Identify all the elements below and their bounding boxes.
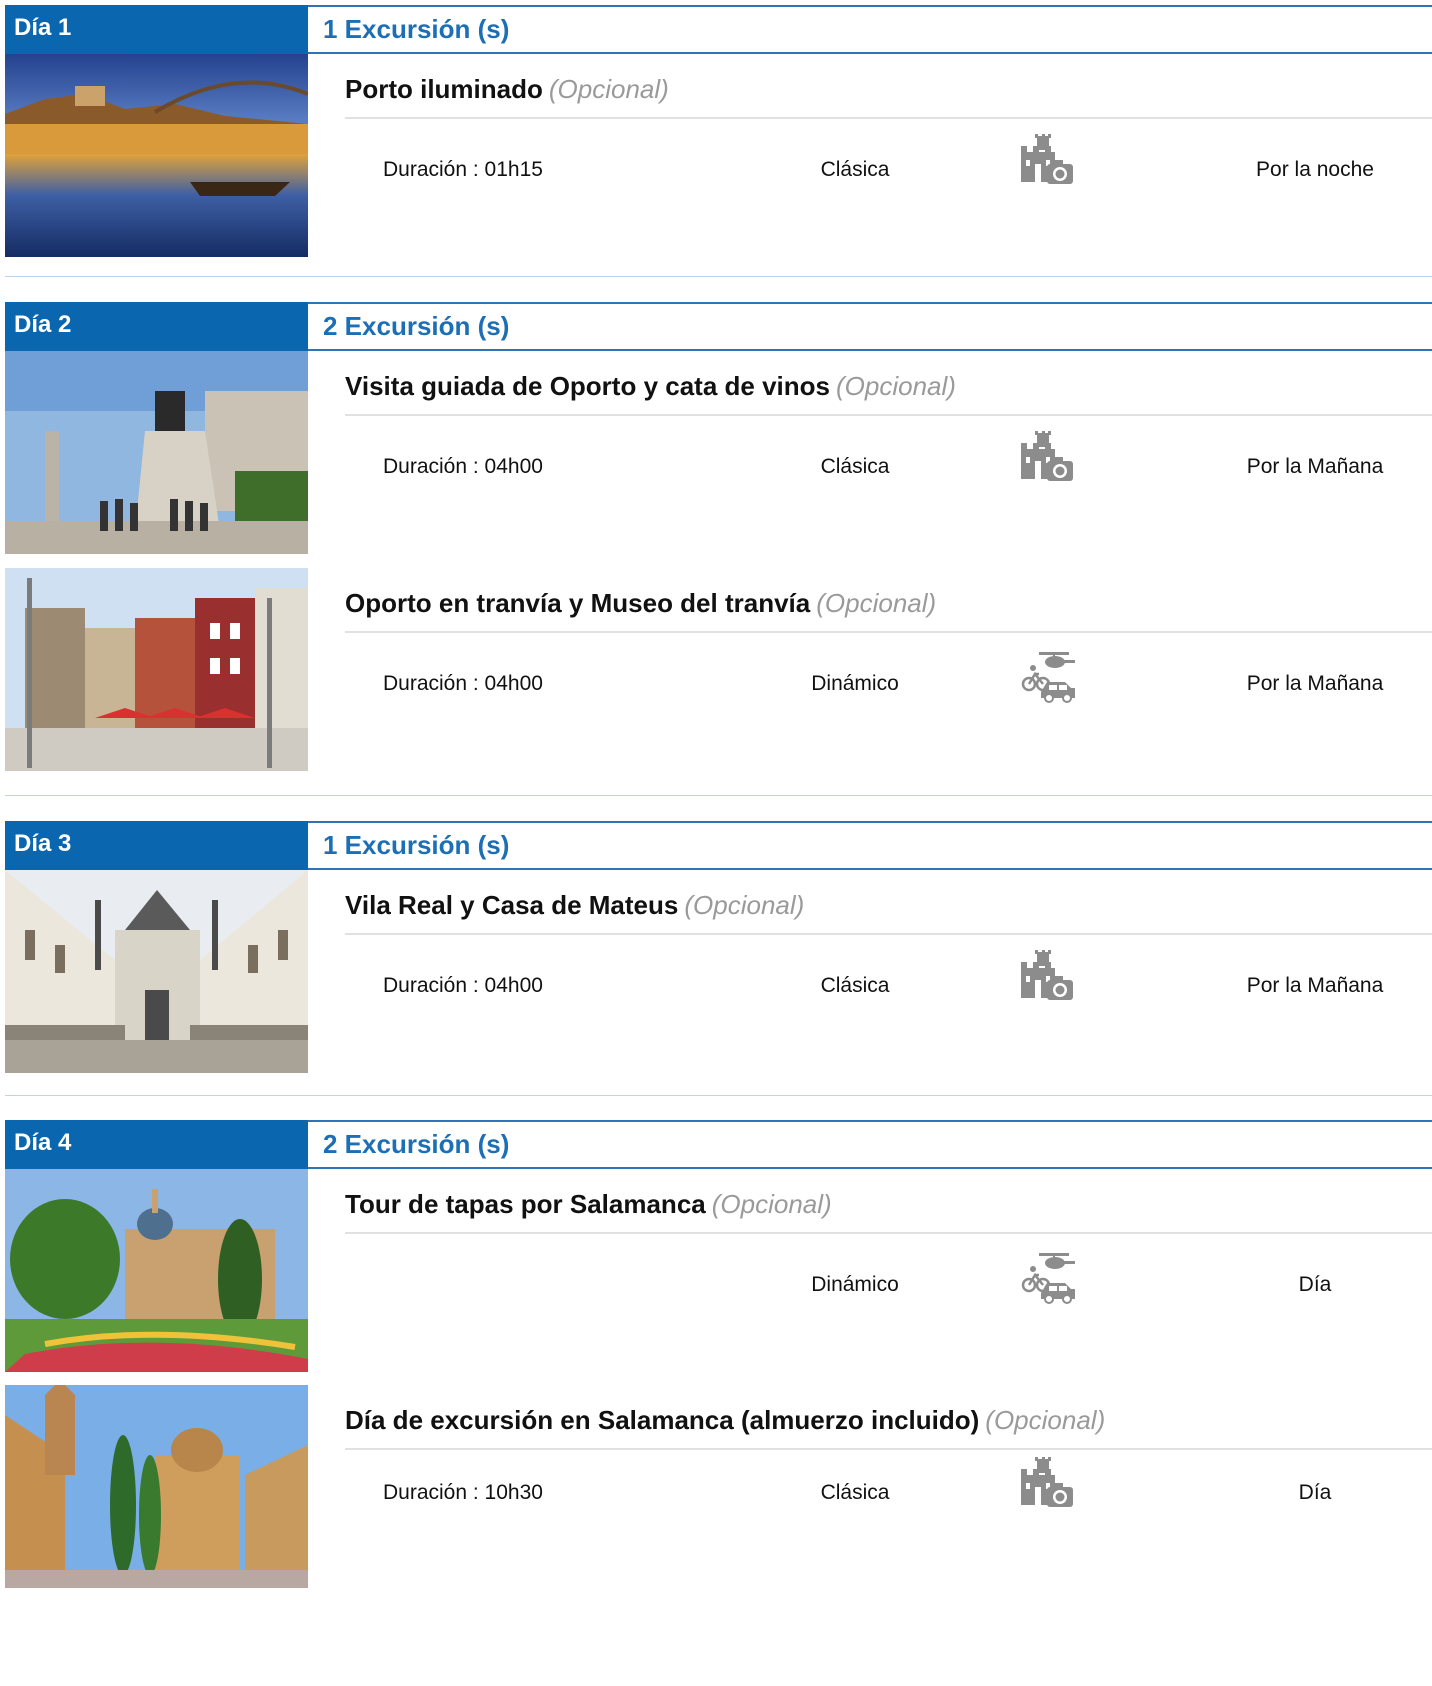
excursion-style: Clásica [820, 455, 890, 478]
duration: Duración : 04h00 [383, 974, 543, 997]
duration: Duración : 04h00 [383, 672, 543, 695]
divider [345, 1448, 1432, 1450]
optional-label: (Opcional) [985, 1405, 1106, 1435]
day-header-4: Día 4 2 Excursión (s) [5, 1120, 1432, 1169]
salamanca-garden-image[interactable] [5, 1169, 308, 1372]
castle-camera-icon [1021, 134, 1073, 184]
time-of-day: Día [1298, 1481, 1332, 1504]
ribeira-houses-image[interactable] [5, 568, 308, 771]
excursion-style: Clásica [820, 1481, 890, 1504]
excursion-style: Dinámico [811, 672, 899, 695]
optional-label: (Opcional) [684, 890, 805, 920]
excursion-card[interactable]: Visita guiada de Oporto y cata de vinos(… [5, 351, 1432, 556]
excursion-style: Clásica [820, 158, 890, 181]
duration: Duración : 01h15 [383, 158, 543, 181]
excursion-count: 1 Excursión (s) [308, 5, 1432, 54]
porto-night-image[interactable] [5, 54, 308, 257]
divider [345, 933, 1432, 935]
excursion-title[interactable]: Porto iluminado (Opcional) [345, 74, 669, 105]
statue-square-image[interactable] [5, 351, 308, 554]
excursion-details: Duración : 01h15 Clásica Por la noche [345, 134, 1432, 210]
optional-label: (Opcional) [711, 1189, 832, 1219]
day-separator [5, 276, 1432, 277]
excursion-title[interactable]: Visita guiada de Oporto y cata de vinos(… [345, 371, 956, 402]
excursion-card[interactable]: Porto iluminado (Opcional) Duración : 01h… [5, 54, 1432, 259]
castle-camera-icon [1021, 1457, 1073, 1507]
excursion-details: Duración : 10h30 Clásica Día [345, 1457, 1432, 1533]
excursion-card[interactable]: Oporto en tranvía y Museo del tranvía (Op… [5, 568, 1432, 773]
excursion-title[interactable]: Oporto en tranvía y Museo del tranvía (Op… [345, 588, 936, 619]
salamanca-cathedral-image[interactable] [5, 1385, 308, 1588]
time-of-day: Día [1298, 1273, 1332, 1296]
day-label: Día 2 [5, 302, 308, 351]
excursion-title[interactable]: Día de excursión en Salamanca (almuerzo … [345, 1405, 1105, 1436]
excursion-details: Duración : 04h00 Clásica Por la Mañana [345, 950, 1432, 1026]
divider [345, 117, 1432, 119]
day-header-2: Día 2 2 Excursión (s) [5, 302, 1432, 351]
excursion-title[interactable]: Vila Real y Casa de Mateus (Opcional) [345, 890, 804, 921]
palace-facade-image[interactable] [5, 870, 308, 1073]
day-label: Día 1 [5, 5, 308, 54]
time-of-day: Por la Mañana [1246, 672, 1384, 695]
castle-camera-icon [1021, 431, 1073, 481]
excursion-count: 1 Excursión (s) [308, 821, 1432, 870]
optional-label: (Opcional) [816, 588, 937, 618]
divider [345, 1232, 1432, 1234]
time-of-day: Por la noche [1256, 158, 1374, 181]
duration: Duración : 04h00 [383, 455, 543, 478]
excursion-details: Dinámico Día [345, 1253, 1432, 1325]
divider [345, 631, 1432, 633]
excursion-style: Clásica [820, 974, 890, 997]
excursion-details: Duración : 04h00 Clásica Por la Mañana [345, 431, 1432, 507]
day-separator [5, 1095, 1432, 1096]
time-of-day: Por la Mañana [1246, 455, 1384, 478]
day-header-1: Día 1 1 Excursión (s) [5, 5, 1432, 54]
day-label: Día 3 [5, 821, 308, 870]
excursion-title[interactable]: Tour de tapas por Salamanca (Opcional) [345, 1189, 832, 1220]
divider [345, 414, 1432, 416]
optional-label: (Opcional) [836, 371, 956, 401]
optional-label: (Opcional) [548, 74, 669, 104]
excursion-count: 2 Excursión (s) [308, 1120, 1432, 1169]
day-separator [5, 795, 1432, 796]
time-of-day: Por la Mañana [1246, 974, 1384, 997]
excursion-card[interactable]: Día de excursión en Salamanca (almuerzo … [5, 1385, 1432, 1590]
excursion-card[interactable]: Vila Real y Casa de Mateus (Opcional) Dur… [5, 870, 1432, 1075]
excursion-details: Duración : 04h00 Dinámico Por la Mañana [345, 652, 1432, 724]
excursion-card[interactable]: Tour de tapas por Salamanca (Opcional) Di… [5, 1169, 1432, 1374]
day-header-3: Día 3 1 Excursión (s) [5, 821, 1432, 870]
helicopter-bike-car-icon [1021, 652, 1075, 703]
duration: Duración : 10h30 [383, 1481, 543, 1504]
helicopter-bike-car-icon [1021, 1253, 1075, 1304]
excursion-count: 2 Excursión (s) [308, 302, 1432, 351]
excursion-style: Dinámico [811, 1273, 899, 1296]
day-label: Día 4 [5, 1120, 308, 1169]
castle-camera-icon [1021, 950, 1073, 1000]
